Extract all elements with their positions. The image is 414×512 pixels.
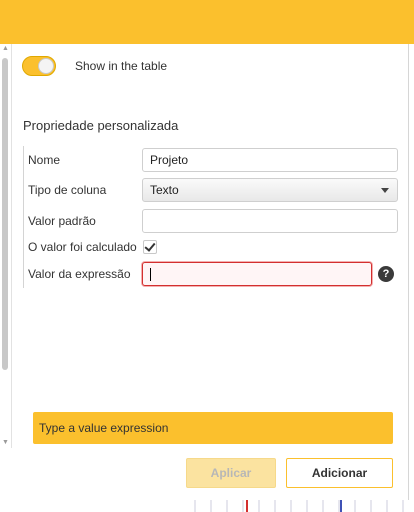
expression-row: Valor da expressão ? — [23, 260, 399, 288]
default-value-label: Valor padrão — [28, 214, 96, 228]
column-type-label: Tipo de coluna — [28, 183, 107, 197]
scrollbar[interactable]: ▲ ▼ — [0, 44, 12, 448]
calculated-checkbox[interactable] — [143, 240, 157, 254]
text-cursor — [150, 268, 151, 281]
name-input[interactable]: Projeto — [142, 148, 398, 172]
name-label: Nome — [28, 153, 61, 167]
default-value-row: Valor padrão — [23, 207, 399, 235]
add-button[interactable]: Adicionar — [286, 458, 393, 488]
toggle-knob — [38, 58, 54, 74]
show-in-table-label: Show in the table — [75, 59, 168, 73]
name-row: Nome Projeto — [23, 146, 399, 174]
header-bar — [0, 0, 414, 44]
scroll-up-arrow-icon[interactable]: ▲ — [0, 44, 11, 54]
red-marker-line — [246, 500, 248, 512]
column-type-value: Texto — [150, 183, 179, 197]
calculated-label: O valor foi calculado — [28, 240, 137, 254]
scroll-down-arrow-icon[interactable]: ▼ — [0, 438, 11, 448]
apply-button[interactable]: Aplicar — [186, 458, 276, 488]
column-type-select[interactable]: Texto — [142, 178, 398, 202]
question-icon[interactable]: ? — [378, 266, 394, 282]
column-type-row: Tipo de coluna Texto — [23, 176, 399, 204]
expression-input[interactable] — [142, 262, 372, 286]
section-title: Propriedade personalizada — [23, 118, 179, 133]
scrollbar-thumb[interactable] — [2, 58, 8, 370]
checkmark-icon — [144, 240, 156, 252]
panel-border — [408, 44, 409, 500]
validation-message: Type a value expression — [33, 412, 393, 444]
blue-marker-line — [340, 500, 342, 512]
default-value-input[interactable] — [142, 209, 398, 233]
chevron-down-icon — [381, 188, 389, 193]
show-in-table-toggle[interactable] — [22, 56, 56, 76]
expression-label: Valor da expressão — [28, 267, 131, 281]
calculated-row: O valor foi calculado — [23, 233, 399, 261]
background-grid — [180, 500, 414, 512]
